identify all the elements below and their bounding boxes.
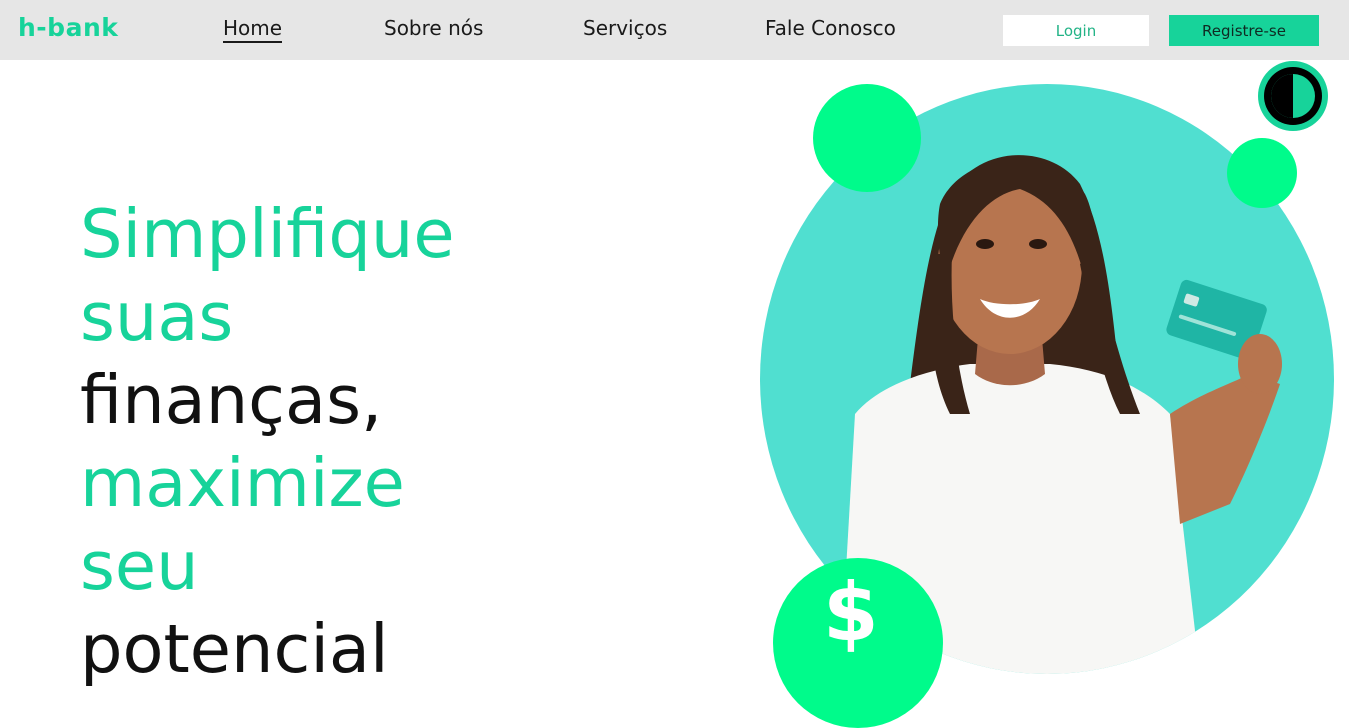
nav-link-servicos[interactable]: Serviços (583, 16, 667, 40)
contrast-icon (1264, 67, 1322, 125)
hero-line-3: finanças, (80, 361, 383, 439)
hero-line-1: Simplifique (80, 195, 455, 273)
nav-link-sobre-nos[interactable]: Sobre nós (384, 16, 483, 40)
nav-link-home[interactable]: Home (223, 16, 283, 43)
register-button[interactable]: Registre-se (1169, 15, 1319, 46)
hero-line-6: potencial (80, 610, 389, 688)
hero-line-4: maximize (80, 444, 405, 522)
dollar-icon: $ (823, 566, 879, 659)
dollar-badge: $ (773, 558, 943, 728)
theme-toggle-button[interactable] (1258, 61, 1328, 131)
decorative-dot-small (1227, 138, 1297, 208)
login-button[interactable]: Login (1003, 15, 1149, 46)
nav-link-fale-conosco[interactable]: Fale Conosco (765, 16, 896, 40)
hero-line-5: seu (80, 527, 199, 605)
decorative-dot-large (813, 84, 921, 192)
hero-headline: Simplifique suas finanças, maximize seu … (80, 193, 455, 691)
logo[interactable]: h-bank (18, 13, 118, 42)
hero-line-2: suas (80, 278, 234, 356)
top-navbar: h-bank Home Sobre nós Serviços Fale Cono… (0, 0, 1349, 60)
